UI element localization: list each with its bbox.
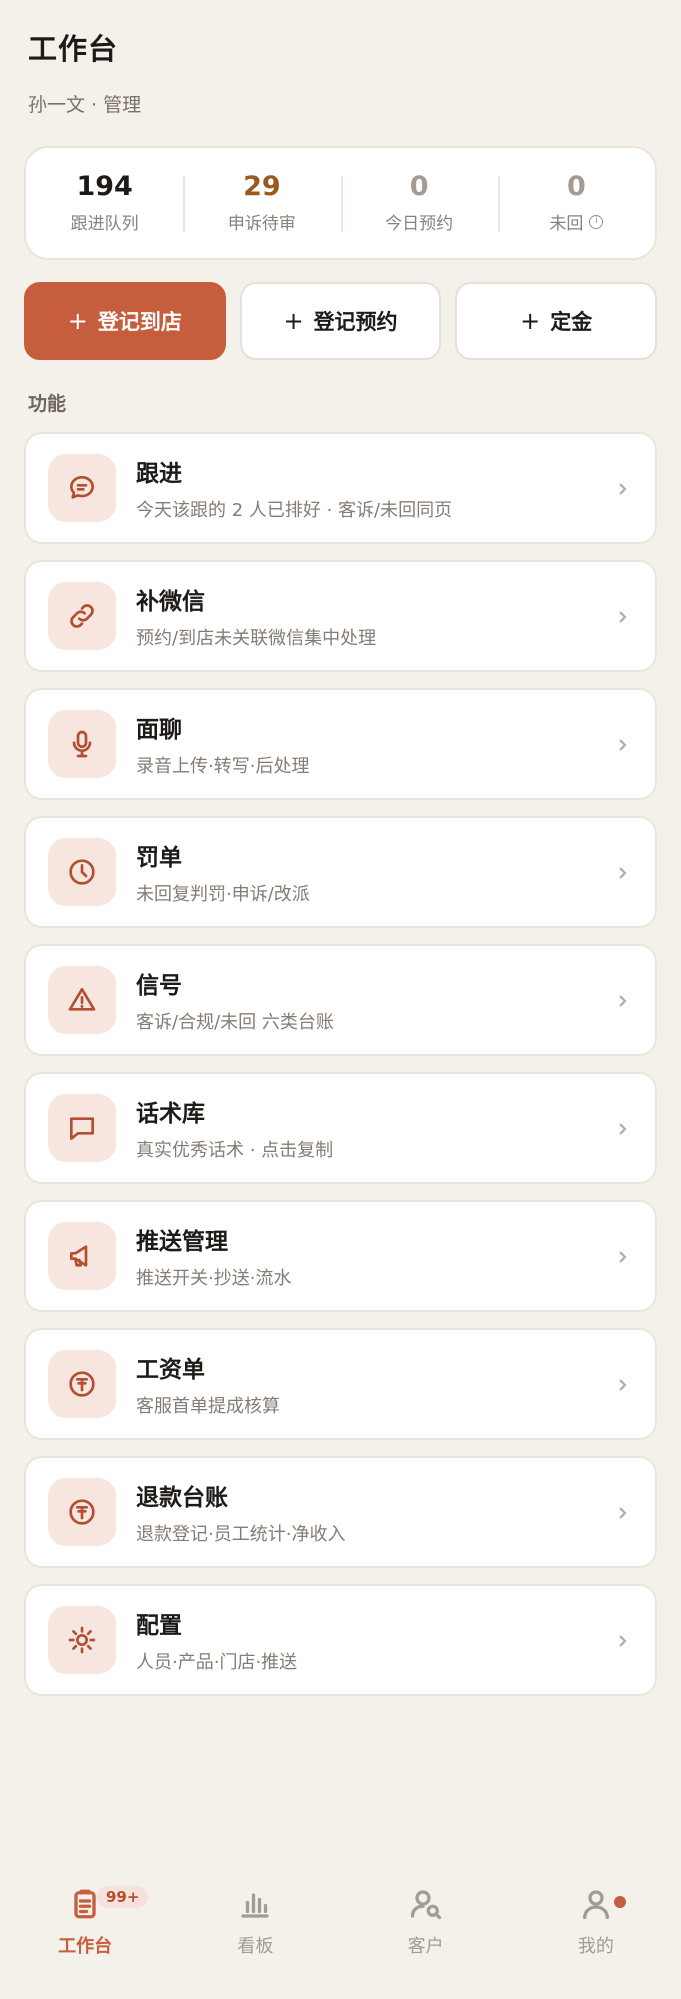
user-icon [578,1886,614,1926]
tab-me[interactable]: 我的 [511,1872,681,1982]
plus-icon: + [283,307,304,335]
chevron-right-icon [615,481,629,495]
chevron-right-icon [615,993,629,1007]
user-search-icon [408,1886,444,1926]
warning-icon [48,966,116,1034]
tab-label: 看板 [237,1936,274,1957]
feature-subtitle: 推送开关·抄送·流水 [136,1268,292,1289]
feature-item-config[interactable]: 配置 人员·产品·门店·推送 [24,1584,657,1696]
feature-title: 工资单 [136,1357,205,1383]
plus-icon: + [520,307,541,335]
tab-workbench[interactable]: 工作台 99+ [0,1872,170,1982]
feature-subtitle: 今天该跟的 2 人已排好 · 客诉/未回同页 [136,500,453,521]
user-role-subtitle: 孙一文 · 管理 [28,94,142,116]
deposit-button[interactable]: + 定金 [455,282,658,360]
feature-item-signal[interactable]: 信号 客诉/合规/未回 六类台账 [24,944,657,1056]
button-label: 登记到店 [97,310,182,334]
feature-title: 配置 [136,1613,182,1639]
page-header: 工作台 孙一文 · 管理 [28,26,141,117]
stat-value: 0 [566,171,586,202]
chevron-right-icon [615,865,629,879]
stats-card: 194 跟进队列 29 申诉待审 0 今日预约 0 未回 i [24,146,657,260]
feature-item-penalty[interactable]: 罚单 未回复判罚·申诉/改派 [24,816,657,928]
chevron-right-icon [615,1505,629,1519]
feature-subtitle: 退款登记·员工统计·净收入 [136,1524,346,1545]
chevron-right-icon [615,737,629,751]
tab-dashboard[interactable]: 看板 [170,1872,340,1982]
chevron-right-icon [615,1377,629,1391]
clock-icon [48,838,116,906]
feature-title: 信号 [136,973,182,999]
feature-item-refund-ledger[interactable]: 退款台账 退款登记·员工统计·净收入 [24,1456,657,1568]
stat-follow-queue[interactable]: 194 跟进队列 [26,171,183,235]
feature-subtitle: 预约/到店未关联微信集中处理 [136,628,377,649]
stat-today-appointments[interactable]: 0 今日预约 [340,171,498,234]
stat-label: 今日预约 [385,214,454,234]
stat-label: 未回 i [549,209,604,234]
unread-dot [614,1896,626,1908]
microphone-icon [48,710,116,778]
feature-title: 跟进 [136,461,182,487]
stat-label: 申诉待审 [227,214,296,234]
feature-subtitle: 客服首单提成核算 [136,1396,280,1417]
stat-value: 194 [76,171,133,202]
info-icon[interactable]: i [589,214,604,229]
section-label-features: 功能 [28,393,67,415]
feature-item-payroll[interactable]: 工资单 客服首单提成核算 [24,1328,657,1440]
stat-value: 29 [243,171,281,202]
feature-subtitle: 真实优秀话术 · 点击复制 [136,1140,334,1161]
tab-label: 工作台 [58,1936,113,1957]
button-label: 登记预约 [313,310,398,334]
chevron-right-icon [615,609,629,623]
stat-label: 跟进队列 [70,214,139,234]
chevron-right-icon [615,1633,629,1647]
yen-coin-icon [48,1478,116,1546]
feature-title: 推送管理 [136,1229,228,1255]
feature-title: 话术库 [136,1101,205,1127]
register-visit-button[interactable]: + 登记到店 [24,282,226,360]
stat-appeals-pending[interactable]: 29 申诉待审 [183,172,340,234]
chevron-right-icon [615,1249,629,1263]
notification-badge: 99+ [97,1886,149,1908]
feature-item-push-management[interactable]: 推送管理 推送开关·抄送·流水 [24,1200,657,1312]
quick-actions: + 登记到店 + 登记预约 + 定金 [24,282,658,360]
feature-item-wechat[interactable]: 补微信 预约/到店未关联微信集中处理 [24,560,657,672]
message-square-icon [48,1094,116,1162]
megaphone-icon [48,1222,116,1290]
stat-unreplied[interactable]: 0 未回 i [497,171,655,234]
feature-subtitle: 客诉/合规/未回 六类台账 [136,1012,334,1033]
button-label: 定金 [550,310,593,334]
chat-bubble-icon [48,454,116,522]
bottom-tab-bar: 工作台 99+ 看板 客户 我的 [0,1872,681,1982]
feature-item-script-library[interactable]: 话术库 真实优秀话术 · 点击复制 [24,1072,657,1184]
register-appointment-button[interactable]: + 登记预约 [239,282,442,360]
feature-item-follow-up[interactable]: 跟进 今天该跟的 2 人已排好 · 客诉/未回同页 [24,432,657,544]
sun-settings-icon [48,1606,116,1674]
page-title: 工作台 [28,32,119,66]
tab-customers[interactable]: 客户 [341,1872,511,1982]
feature-item-interview[interactable]: 面聊 录音上传·转写·后处理 [24,688,657,800]
plus-icon: + [67,307,88,335]
bar-chart-icon [237,1886,273,1926]
stat-value: 0 [409,171,429,202]
feature-subtitle: 录音上传·转写·后处理 [136,756,310,777]
feature-title: 退款台账 [136,1485,228,1511]
tab-label: 我的 [577,1936,614,1957]
feature-list: 跟进 今天该跟的 2 人已排好 · 客诉/未回同页 补微信 预约/到店未关联微信… [24,432,657,1712]
feature-subtitle: 人员·产品·门店·推送 [136,1652,298,1673]
feature-title: 罚单 [136,845,182,871]
feature-subtitle: 未回复判罚·申诉/改派 [136,884,310,905]
tab-label: 客户 [407,1936,444,1957]
feature-title: 补微信 [136,589,205,615]
chevron-right-icon [615,1121,629,1135]
yen-coin-icon [48,1350,116,1418]
feature-title: 面聊 [136,717,182,743]
link-icon [48,582,116,650]
